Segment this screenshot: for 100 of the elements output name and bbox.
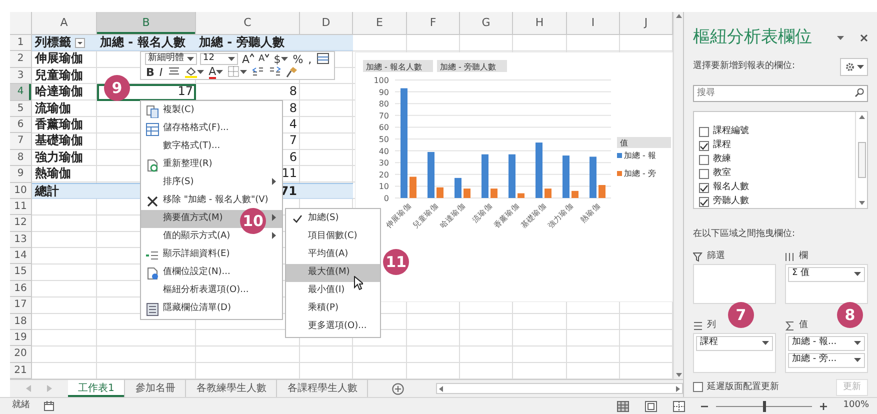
bold-button[interactable]: B <box>145 66 156 78</box>
menu-item[interactable]: 乘積(P) <box>286 300 380 318</box>
zoom-slider-thumb[interactable] <box>762 400 766 412</box>
row-header[interactable]: 11 <box>10 198 32 216</box>
menu-item[interactable]: 最大值(M) <box>286 264 380 282</box>
column-header[interactable]: J <box>620 12 673 35</box>
menu-item[interactable]: 重新整理(R) <box>141 156 282 174</box>
scrollbar-thumb[interactable] <box>858 142 866 178</box>
format-button[interactable] <box>316 53 330 65</box>
column-header[interactable]: H <box>513 12 567 35</box>
dropdown-icon[interactable] <box>75 38 85 48</box>
column-header[interactable]: D <box>300 12 353 35</box>
menu-item[interactable]: 更多選項(O)... <box>286 318 380 336</box>
menu-item[interactable]: 複製(C) <box>141 102 282 120</box>
zoom-in-icon[interactable] <box>820 402 828 410</box>
row-header[interactable]: 19 <box>10 330 32 346</box>
page-layout-icon[interactable] <box>645 400 658 412</box>
fill-button[interactable] <box>184 66 205 78</box>
macro-icon[interactable] <box>44 401 54 411</box>
row-header[interactable]: 9 <box>10 166 32 183</box>
checkbox[interactable] <box>699 155 709 165</box>
close-icon[interactable] <box>860 34 868 42</box>
percent-button[interactable]: % <box>292 53 304 65</box>
sheet-tab[interactable]: 工作表1 <box>68 380 126 397</box>
drop-area[interactable]: 課程 <box>693 332 776 372</box>
row-header[interactable]: 10 <box>10 182 32 199</box>
row-header[interactable]: 18 <box>10 314 32 330</box>
row-header[interactable]: 20 <box>10 346 32 363</box>
borders-button[interactable] <box>227 66 248 78</box>
row-header[interactable]: 14 <box>10 248 32 264</box>
column-header[interactable]: E <box>353 12 407 35</box>
field-button[interactable]: 加總 - 報名人數 <box>363 60 433 72</box>
field-chip[interactable]: Σ 值 <box>788 266 865 282</box>
row-header[interactable]: 17 <box>10 297 32 314</box>
font-size-dropdown[interactable]: 12 <box>200 53 238 65</box>
dropdown-icon[interactable] <box>837 36 844 40</box>
row-header[interactable]: 13 <box>10 232 32 248</box>
row-header[interactable]: 3 <box>10 68 32 84</box>
drop-area[interactable]: Σ 值 <box>785 264 868 304</box>
scroll-down-icon[interactable] <box>676 373 682 377</box>
menu-item[interactable]: 數字格式(T)... <box>141 138 282 156</box>
painter-button[interactable] <box>285 66 300 78</box>
menu-item[interactable]: 平均值(A) <box>286 246 380 264</box>
menu-item[interactable]: 隱藏欄位清單(D) <box>141 300 282 318</box>
grow-button[interactable]: A <box>241 53 255 65</box>
checkbox[interactable] <box>699 197 709 207</box>
checkbox[interactable] <box>699 169 709 179</box>
row-header[interactable]: 6 <box>10 116 32 134</box>
row-header[interactable]: 7 <box>10 133 32 150</box>
column-header[interactable]: A <box>32 12 97 35</box>
column-header[interactable]: G <box>460 12 513 35</box>
checkbox[interactable] <box>699 141 709 151</box>
page-break-icon[interactable] <box>673 400 686 412</box>
add-sheet-icon[interactable] <box>392 382 404 394</box>
menu-item[interactable]: 最小值(I) <box>286 282 380 300</box>
vertical-scrollbar[interactable] <box>673 12 683 379</box>
search-field[interactable]: 搜尋 <box>693 84 868 102</box>
legend-title[interactable]: 值 <box>617 137 671 148</box>
scroll-up-icon[interactable] <box>858 115 864 119</box>
normal-view-icon[interactable] <box>617 400 630 412</box>
row-header[interactable]: 5 <box>10 100 32 117</box>
italic-button[interactable]: I <box>158 66 164 78</box>
zoom-level[interactable]: 100% <box>843 399 869 413</box>
currency-button[interactable]: $ <box>272 53 289 65</box>
horizontal-scrollbar[interactable] <box>436 383 683 394</box>
row-header[interactable]: 8 <box>10 150 32 166</box>
decrease-decimal-button[interactable] <box>268 66 282 78</box>
row-header[interactable]: 16 <box>10 280 32 298</box>
checkbox[interactable] <box>699 127 709 137</box>
scroll-down-icon[interactable] <box>858 201 864 205</box>
row-header[interactable]: 1 <box>10 35 32 52</box>
menu-item[interactable]: 值欄位設定(N)... <box>141 264 282 282</box>
column-header[interactable]: F <box>407 12 460 35</box>
scroll-right-icon[interactable] <box>676 386 680 392</box>
row-header[interactable]: 4 <box>10 84 32 101</box>
comma-button[interactable]: , <box>307 53 313 65</box>
increase-decimal-button[interactable] <box>251 66 266 78</box>
row-header[interactable]: 21 <box>10 362 32 380</box>
field-chip[interactable]: 加總 - 報... <box>788 336 865 350</box>
font-dropdown[interactable]: 新細明體 <box>145 53 197 65</box>
font-color-button[interactable]: A <box>208 66 224 78</box>
row-header[interactable]: 12 <box>10 215 32 232</box>
checkbox[interactable] <box>699 183 709 193</box>
checkbox[interactable] <box>693 382 703 392</box>
column-header[interactable]: B <box>97 12 196 35</box>
tools-button[interactable] <box>840 58 868 76</box>
menu-item[interactable]: 儲存格格式(F)... <box>141 120 282 138</box>
shrink-button[interactable]: A <box>258 53 270 65</box>
column-header[interactable]: C <box>196 12 300 35</box>
column-header[interactable]: I <box>567 12 620 35</box>
drop-area[interactable]: 加總 - 報... 加總 - 旁... <box>785 332 868 372</box>
scroll-left-icon[interactable] <box>439 386 444 392</box>
menu-item[interactable]: 顯示詳細資料(E) <box>141 246 282 264</box>
field-button[interactable]: 加總 - 旁聽人數 <box>437 60 507 72</box>
field-chip[interactable]: 課程 <box>696 336 773 350</box>
menu-item[interactable]: 項目個數(C) <box>286 228 380 246</box>
row-header[interactable]: 2 <box>10 51 32 68</box>
menu-item[interactable]: 樞紐分析表選項(O)... <box>141 282 282 300</box>
menu-item[interactable]: 加總(S) <box>286 210 380 228</box>
row-header[interactable]: 15 <box>10 264 32 281</box>
